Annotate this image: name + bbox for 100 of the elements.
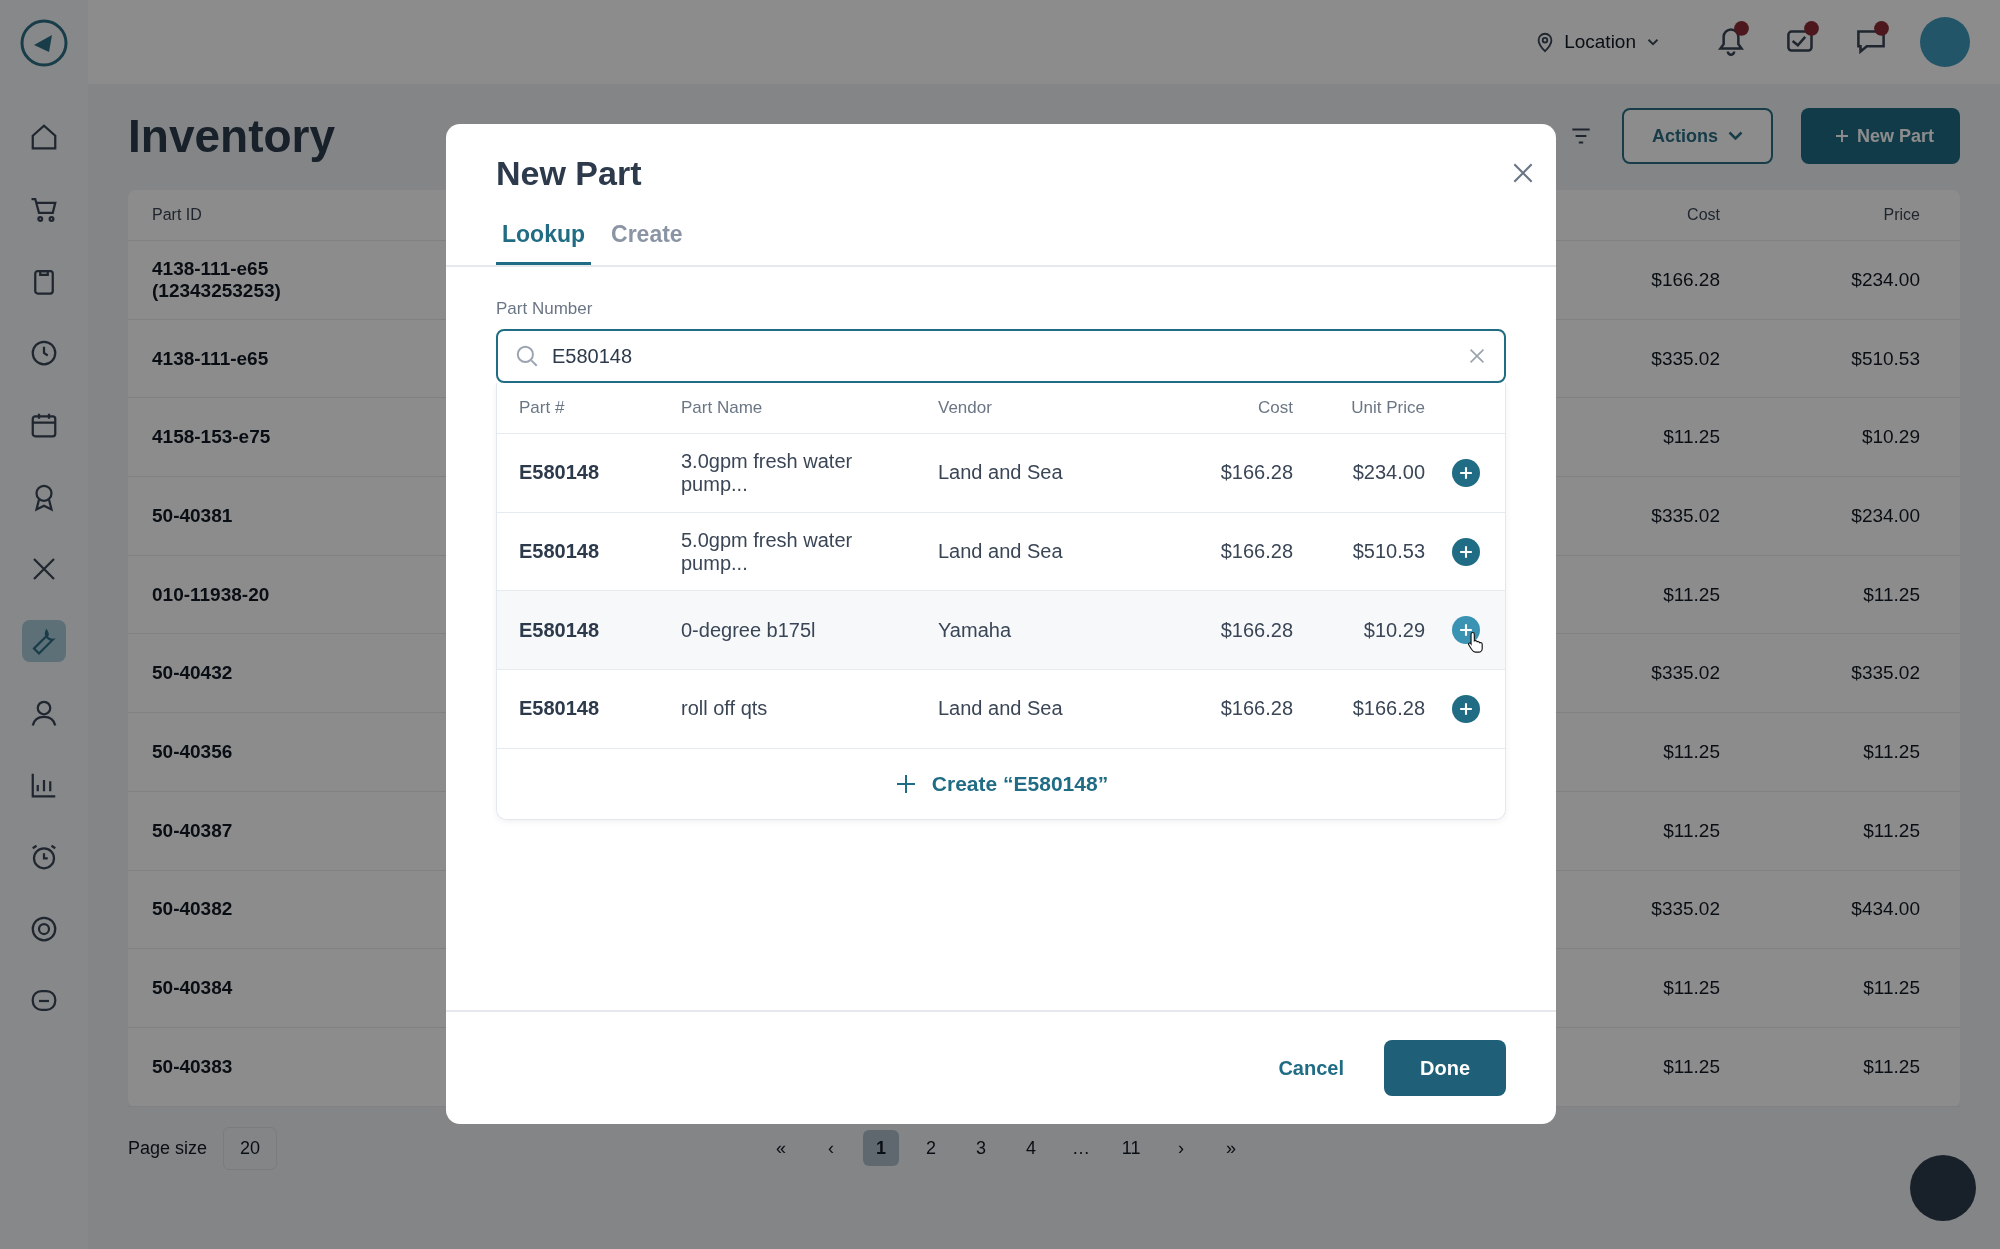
table-cell-text: $335.02 [1650,347,1720,370]
create-part-link[interactable]: Create “E580148” [893,748,1109,819]
add-icon[interactable] [1452,537,1480,566]
table-cell-text: 010-11938-20 [152,583,271,606]
cancel-button[interactable]: Cancel [1278,1056,1344,1080]
avatar[interactable] [1920,17,1970,67]
page-size-label: Page size [128,1137,208,1159]
page-button[interactable]: 11 [1113,1130,1150,1167]
page-size-select[interactable]: 20 [223,1126,278,1170]
table-cell-text: $10.29 [1362,618,1425,642]
column-header: Part # [519,398,566,418]
previous-page-button[interactable]: ‹ [813,1130,850,1167]
table-cell-text: 50-40382 [152,898,234,921]
search-icon [514,343,540,369]
table-cell-text: $234.00 [1850,504,1920,527]
table-cell-text: $11.25 [1662,819,1720,842]
table-cell-text: E580148 [519,697,601,721]
table-cell-text: $11.25 [1862,1055,1920,1078]
column-header[interactable]: Part ID [152,206,342,224]
table-cell-text: Yamaha [938,618,1012,642]
table-cell-text: $234.00 [1351,461,1425,485]
table-cell-text: $335.02 [1850,662,1920,685]
column-header: Unit Price [1350,398,1425,418]
table-cell-text: $510.53 [1850,347,1920,370]
table-cell-text: roll off qts [681,697,769,721]
wrench-icon[interactable] [29,626,59,656]
table-cell-text: E580148 [519,461,601,485]
table-cell-text: $434.00 [1850,898,1920,921]
page-button[interactable]: … [1063,1130,1100,1167]
table-cell-text: $11.25 [1862,977,1920,1000]
table-cell-text: 4158-153-e75 [152,426,272,449]
page-button[interactable]: 1 [863,1130,900,1167]
actions-button[interactable]: Actions [1621,108,1773,164]
dialog-title: New Part [496,154,642,193]
table-cell-text: 50-40381 [152,504,234,527]
result-row[interactable]: E580148 0-degree b175l Yamaha $166.28 $10.29 [497,591,1505,671]
logo-icon[interactable] [19,18,69,68]
table-cell-text: $166.28 [1219,697,1293,721]
column-header[interactable]: Price [1720,206,1920,224]
page-button[interactable]: 3 [963,1130,1000,1167]
table-cell-text: $11.25 [1862,819,1920,842]
table-cell-text: $166.28 [1650,268,1720,291]
table-cell-text: 0-degree b175l [681,618,817,642]
table-cell-text: Land and Sea [938,540,1064,564]
add-icon[interactable] [1452,694,1480,723]
column-header: Vendor [938,398,993,418]
table-cell-text: 50-40356 [152,740,234,763]
done-button[interactable]: Done [1384,1040,1506,1096]
chevron-down-icon [1727,130,1743,140]
table-cell-text: E580148 [519,618,601,642]
result-row[interactable]: E580148 roll off qts Land and Sea $166.28 $166.28 [497,670,1505,749]
page-button[interactable]: 4 [1013,1130,1050,1167]
table-cell-text: $166.28 [1351,697,1425,721]
table-cell-text: $10.29 [1860,426,1920,449]
table-cell-text: Land and Sea [938,697,1064,721]
table-cell-text: 50-40387 [152,819,234,842]
result-row[interactable]: E580148 3.0gpm fresh water pump... Land and Sea $166.28 $234.00 [497,434,1505,513]
table-cell-text: 50-40383 [152,1055,234,1078]
next-page-button[interactable]: › [1163,1130,1200,1167]
last-page-button[interactable]: » [1213,1130,1250,1167]
tab[interactable]: Create [605,221,689,265]
home-icon[interactable] [29,122,59,152]
table-cell-text: $166.28 [1219,618,1293,642]
table-cell-text: 3.0gpm fresh water pump... [681,449,854,496]
table-cell-text: $335.02 [1650,504,1720,527]
column-header: Cost [1257,398,1293,418]
hand-cursor-icon [1467,630,1485,655]
field-label: Part Number [496,299,594,319]
table-cell-text: $234.00 [1850,268,1920,291]
table-cell-text: $11.25 [1862,740,1920,763]
table-cell-text: 4138-111-e65 [152,347,270,370]
table-cell-text: 4138-111-e65 (12343253253) [152,257,282,302]
table-cell-text: $11.25 [1662,977,1720,1000]
location-selector[interactable]: Location [1534,31,1662,53]
alarm-clock-icon[interactable] [29,842,59,872]
user-icon[interactable] [29,698,59,728]
tab[interactable]: Lookup [496,221,592,265]
table-cell-text: 50-40384 [152,977,234,1000]
page-button[interactable]: 2 [913,1130,950,1167]
first-page-button[interactable]: « [763,1130,800,1167]
table-cell-text: $11.25 [1662,426,1720,449]
add-icon[interactable] [1452,458,1480,487]
column-header: Part Name [681,398,764,418]
table-cell-text: $11.25 [1662,1055,1720,1078]
page-title: Inventory [128,109,336,163]
new-part-button[interactable]: New Part [1800,108,1960,164]
table-cell-text: $335.02 [1650,898,1720,921]
table-cell-text: $11.25 [1662,583,1720,606]
table-cell-text: E580148 [519,540,601,564]
table-cell-text: $510.53 [1351,540,1425,564]
table-cell-text: $11.25 [1862,583,1920,606]
table-cell-text: $335.02 [1650,662,1720,685]
table-cell-text: Land and Sea [938,461,1064,485]
table-cell-text: $166.28 [1219,540,1293,564]
sidebar-item[interactable] [22,620,66,662]
search-field[interactable]: E580148 [496,329,1506,383]
table-cell-text: 5.0gpm fresh water pump... [681,528,854,575]
table-cell-text: 50-40432 [152,662,234,685]
clock-icon[interactable] [29,338,59,368]
table-cell-text: $11.25 [1662,740,1720,763]
